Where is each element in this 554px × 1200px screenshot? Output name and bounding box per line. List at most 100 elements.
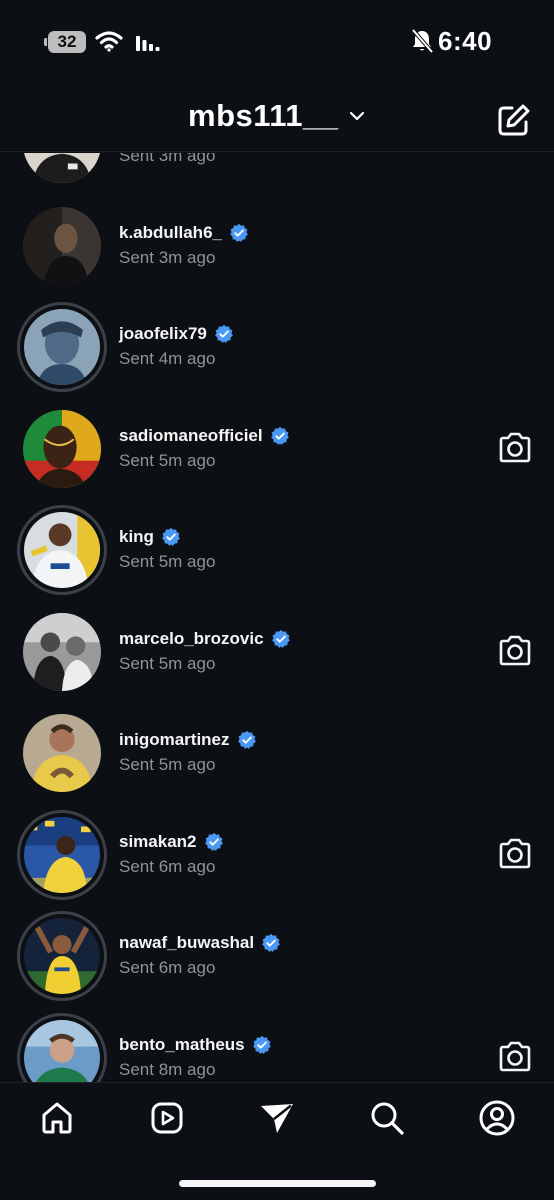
username: marcelo_brozovic xyxy=(119,628,264,648)
avatar xyxy=(23,206,101,285)
avatar-story-ring[interactable] xyxy=(17,911,107,1001)
avatar-container[interactable] xyxy=(17,153,107,189)
verified-badge-icon xyxy=(262,933,280,952)
home-indicator[interactable] xyxy=(179,1180,376,1187)
account-name: mbs111__ xyxy=(188,98,339,133)
avatar xyxy=(24,512,100,588)
battery-indicator: 32 xyxy=(44,31,86,53)
thread-row[interactable]: king Sent 5m ago xyxy=(0,499,554,601)
nav-search[interactable] xyxy=(367,1098,407,1138)
avatar xyxy=(23,612,101,691)
thread-name-line: king xyxy=(119,527,181,547)
silent-mode-icon xyxy=(411,28,434,54)
thread-name-line: k.abdullah6_ xyxy=(119,223,249,243)
thread-row[interactable]: nawaf_buwashal Sent 6m ago xyxy=(0,905,554,1007)
avatar-image xyxy=(23,409,101,488)
avatar-image xyxy=(24,918,100,994)
verified-badge-icon xyxy=(162,527,180,546)
thread-row[interactable]: marcelo_brozovic Sent 5m ago xyxy=(0,601,554,703)
thread-name-line: inigomartinez xyxy=(119,730,257,750)
clock: 6:40 xyxy=(438,26,493,56)
message-status: Sent 3m ago xyxy=(119,247,216,267)
avatar xyxy=(24,309,100,385)
cellular-signal-icon xyxy=(136,36,160,51)
avatar-container[interactable] xyxy=(17,607,107,697)
avatar-image xyxy=(24,309,100,385)
username: king xyxy=(119,527,154,546)
thread-row[interactable]: bento_matheus Sent 8m ago xyxy=(0,1007,554,1082)
username: k.abdullah6_ xyxy=(119,222,222,242)
nav-home[interactable] xyxy=(37,1098,77,1138)
avatar-container[interactable] xyxy=(17,404,107,494)
thread-row[interactable]: sadiomaneofficiel Sent 5m ago xyxy=(0,398,554,500)
header: mbs111__ xyxy=(0,84,554,152)
camera-icon[interactable] xyxy=(497,1040,533,1074)
avatar xyxy=(23,714,101,792)
verified-badge-icon xyxy=(252,1035,271,1054)
home-icon xyxy=(42,1102,72,1134)
avatar-image xyxy=(24,512,100,588)
new-message-icon[interactable] xyxy=(496,102,532,138)
verified-badge-icon xyxy=(237,730,256,749)
thread-row[interactable]: simakan2 Sent 6m ago xyxy=(0,804,554,906)
avatar-container[interactable] xyxy=(17,708,107,798)
thread-name-line: bento_matheus xyxy=(119,1035,272,1055)
message-thread-list[interactable]: Sent 3m ago k.abdullah6_ Sent 3m ago joaofe… xyxy=(0,153,554,1082)
thread-name-line: sadiomaneofficiel xyxy=(119,426,290,446)
username: bento_matheus xyxy=(119,1034,245,1054)
thread-name-line: nawaf_buwashal xyxy=(119,933,281,953)
verified-badge-icon xyxy=(215,324,233,343)
nav-reels[interactable] xyxy=(147,1098,187,1138)
avatar-story-ring[interactable] xyxy=(17,809,107,900)
avatar-story-ring[interactable] xyxy=(17,1012,107,1082)
thread-row[interactable]: joaofelix79 Sent 4m ago xyxy=(0,296,554,398)
message-status: Sent 6m ago xyxy=(119,958,216,977)
nav-direct[interactable] xyxy=(257,1098,297,1138)
account-switcher[interactable]: mbs111__ xyxy=(188,98,365,134)
avatar xyxy=(24,816,100,893)
avatar xyxy=(23,409,101,488)
direct-icon xyxy=(261,1104,293,1133)
avatar-image xyxy=(23,612,101,691)
avatar-image xyxy=(23,206,101,285)
verified-badge-icon xyxy=(270,426,289,445)
thread-row[interactable]: Sent 3m ago xyxy=(0,153,554,195)
thread-row[interactable]: inigomartinez Sent 5m ago xyxy=(0,702,554,804)
nav-profile[interactable] xyxy=(477,1098,517,1138)
avatar-image xyxy=(23,153,101,183)
avatar xyxy=(24,918,100,994)
avatar-story-ring[interactable] xyxy=(17,505,107,595)
message-status: Sent 8m ago xyxy=(119,1059,216,1079)
username: joaofelix79 xyxy=(119,324,207,343)
thread-name-line: marcelo_brozovic xyxy=(119,629,291,649)
camera-icon[interactable] xyxy=(497,634,533,668)
verified-badge-icon xyxy=(271,629,290,648)
username: sadiomaneofficiel xyxy=(119,425,263,445)
avatar-story-ring[interactable] xyxy=(17,302,107,392)
wifi-icon xyxy=(95,31,123,52)
avatar-image xyxy=(24,816,100,893)
verified-badge-icon xyxy=(204,832,223,851)
chevron-down-icon xyxy=(349,111,364,121)
message-status: Sent 6m ago xyxy=(119,856,216,876)
avatar-image xyxy=(24,1019,100,1082)
status-bar: 32 6:40 xyxy=(0,0,554,84)
avatar xyxy=(23,153,101,183)
username: nawaf_buwashal xyxy=(119,933,255,952)
reels-icon xyxy=(151,1102,183,1134)
message-status: Sent 5m ago xyxy=(119,755,216,774)
thread-row[interactable]: k.abdullah6_ Sent 3m ago xyxy=(0,195,554,297)
search-icon xyxy=(371,1102,404,1135)
profile-icon xyxy=(479,1100,515,1136)
message-status: Sent 3m ago xyxy=(119,153,216,165)
message-status: Sent 5m ago xyxy=(119,653,216,673)
camera-icon[interactable] xyxy=(497,837,533,871)
avatar xyxy=(24,1019,100,1082)
thread-name-line: joaofelix79 xyxy=(119,324,234,344)
message-status: Sent 4m ago xyxy=(119,349,216,368)
username: inigomartinez xyxy=(119,730,230,749)
avatar-container[interactable] xyxy=(17,201,107,291)
message-status: Sent 5m ago xyxy=(119,552,216,571)
camera-icon[interactable] xyxy=(497,431,533,465)
thread-name-line: simakan2 xyxy=(119,832,224,852)
